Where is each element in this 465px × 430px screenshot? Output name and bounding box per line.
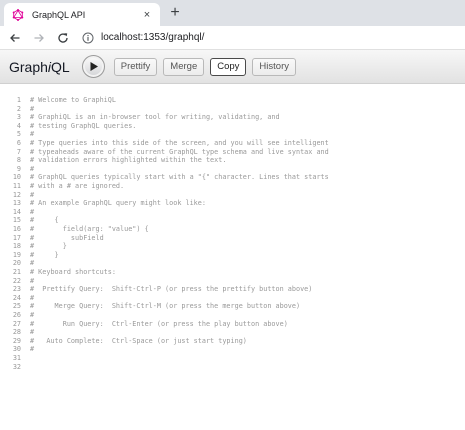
line-number: 14 [12,207,21,216]
line-number: 25 [12,302,21,311]
code-line[interactable]: # [30,105,34,114]
code-line[interactable]: # [30,191,34,200]
code-line[interactable]: # [30,208,34,217]
code-line[interactable]: # An example GraphQL query might look li… [30,199,206,208]
line-number: 28 [12,328,21,337]
tab-close-icon[interactable]: × [138,9,156,21]
history-button[interactable]: History [252,57,296,76]
code-line[interactable]: # [30,277,34,286]
code-line[interactable]: # Run Query: Ctrl-Enter (or press the pl… [30,320,288,329]
code-line[interactable]: # subField [30,234,104,243]
line-number: 8 [16,156,21,165]
code-line[interactable]: # with a # are ignored. [30,182,124,191]
code-line[interactable]: # [30,165,34,174]
line-number: 17 [12,233,21,242]
code-line[interactable]: # Type queries into this side of the scr… [30,139,329,148]
line-number: 1 [16,96,21,104]
line-number: 2 [16,104,21,113]
browser-tab-strip: GraphQL API × + [0,0,465,26]
line-number: 7 [16,147,21,156]
new-tab-button[interactable]: + [166,4,184,22]
code-line[interactable]: # [30,130,34,139]
line-number: 16 [12,225,21,233]
tab-title: GraphQL API [32,9,86,20]
graphiql-logo: GraphiQL [9,59,70,75]
code-line[interactable]: # } [30,251,59,260]
code-line[interactable]: # testing GraphQL queries. [30,122,136,131]
line-number: 26 [12,311,21,319]
code-line[interactable]: # } [30,242,67,251]
line-number: 20 [12,259,21,268]
reload-icon [58,32,68,43]
code-line[interactable]: # Welcome to GraphiQL [30,96,116,105]
play-icon [90,62,98,71]
execute-query-button[interactable] [81,55,105,78]
logo-graph: Graph [9,58,48,75]
code-line[interactable]: # [30,345,34,354]
prettify-button[interactable]: Prettify [113,57,158,76]
line-number: 22 [12,276,21,285]
code-line[interactable]: # Auto Complete: Ctrl-Space (or just sta… [30,337,247,346]
line-number: 10 [12,173,21,182]
graphiql-toolbar: GraphiQL Prettify Merge Copy History [0,50,465,84]
line-number: 24 [12,293,21,302]
browser-tab[interactable]: GraphQL API × [4,3,160,26]
address-bar[interactable]: localhost:1353/graphql/ [82,29,204,47]
code-line[interactable]: # [30,259,34,268]
code-line[interactable]: # Prettify Query: Shift-Ctrl-P (or press… [30,285,312,294]
code-line[interactable]: # Merge Query: Shift-Ctrl-M (or press th… [30,302,300,311]
forward-button[interactable] [30,29,48,47]
back-arrow-icon [10,33,20,42]
copy-button[interactable]: Copy [210,57,247,76]
line-number: 5 [16,130,21,139]
line-number: 23 [12,285,21,294]
line-number: 12 [12,190,21,199]
line-number: 19 [12,250,21,259]
code-line[interactable]: # { [30,216,59,225]
code-line[interactable]: # GraphQL queries typically start with a… [30,173,329,182]
line-number: 13 [12,199,21,208]
code-line[interactable]: # typeaheads aware of the current GraphQ… [30,148,329,157]
query-editor[interactable]: 1 # Welcome to GraphiQL 2 #3 # GraphiQL is a… [0,85,465,430]
code-line[interactable]: # [30,328,34,337]
code-line[interactable]: # field(arg: "value") { [30,225,149,234]
url-text[interactable]: localhost:1353/graphql/ [101,32,204,43]
browser-toolbar: localhost:1353/graphql/ [0,26,465,50]
line-number: 21 [12,268,21,276]
line-number: 11 [12,182,21,190]
info-icon[interactable] [82,32,94,44]
graphql-favicon-icon [12,8,24,21]
line-number: 32 [12,362,21,371]
merge-button[interactable]: Merge [163,57,205,76]
logo-ql: QL [51,58,70,75]
line-number: 18 [12,242,21,251]
line-number: 9 [16,164,21,173]
code-line[interactable]: # GraphiQL is an in-browser tool for wri… [30,113,280,122]
reload-button[interactable] [54,29,72,47]
line-number: 29 [12,336,21,345]
forward-arrow-icon [34,33,44,42]
line-number: 15 [12,216,21,225]
line-number: 27 [12,319,21,328]
line-number: 31 [12,354,21,362]
back-button[interactable] [6,29,24,47]
line-number: 30 [12,345,21,354]
code-line[interactable]: # Keyboard shortcuts: [30,268,116,277]
code-line[interactable]: # [30,311,34,320]
line-number: 3 [16,113,21,122]
code-line[interactable]: # validation errors highlighted within t… [30,156,226,165]
line-number: 4 [16,121,21,130]
line-number: 6 [16,139,21,147]
code-line[interactable]: # [30,294,34,303]
